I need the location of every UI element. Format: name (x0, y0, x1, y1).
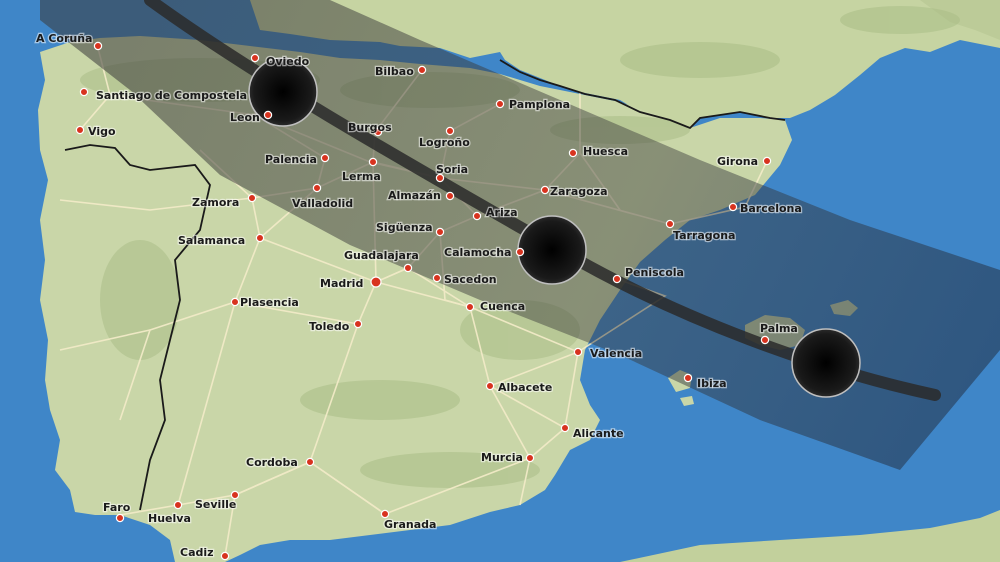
city-label: Sacedon (444, 273, 497, 286)
city-dot[interactable] (515, 247, 525, 257)
city-dot[interactable] (75, 125, 85, 135)
city-dot[interactable] (540, 185, 550, 195)
city-dot[interactable] (472, 211, 482, 221)
city-dot[interactable] (312, 183, 322, 193)
city-dot[interactable] (320, 153, 330, 163)
city-dot[interactable] (93, 41, 103, 51)
city-label: Logroño (419, 136, 470, 149)
city-label: Huelva (148, 512, 191, 525)
city-label: Leon (230, 111, 260, 124)
city-label: Peniscola (625, 266, 684, 279)
city-label: Girona (717, 155, 758, 168)
city-dot[interactable] (612, 274, 622, 284)
city-dot[interactable] (368, 157, 378, 167)
city-label: Plasencia (240, 296, 299, 309)
city-dot[interactable] (255, 233, 265, 243)
city-plasencia[interactable]: Plasencia (230, 295, 300, 310)
city-label: Tarragona (673, 229, 735, 242)
city-dot[interactable] (485, 381, 495, 391)
city-dot[interactable] (417, 65, 427, 75)
city-label: Barcelona (740, 202, 802, 215)
city-label: Bilbao (375, 65, 414, 78)
city-dot[interactable] (435, 227, 445, 237)
city-dot[interactable] (173, 500, 183, 510)
city-label: Soria (436, 163, 468, 176)
city-label: Pamplona (509, 98, 570, 111)
city-dot[interactable] (432, 273, 442, 283)
city-barcelona[interactable]: Barcelona (728, 201, 803, 216)
city-dot[interactable] (568, 148, 578, 158)
city-label: Lerma (342, 170, 381, 183)
city-label: Zamora (192, 196, 239, 209)
city-dot[interactable] (79, 87, 89, 97)
map-viewport[interactable]: A Coruña Santiago de Compostela Vigo Oviedo… (0, 0, 1000, 562)
city-label: Vigo (88, 125, 116, 138)
city-label: Santiago de Compostela (96, 89, 247, 102)
city-dot[interactable] (465, 302, 475, 312)
city-dot[interactable] (445, 191, 455, 201)
city-label: Almazán (388, 189, 441, 202)
city-dot[interactable] (573, 347, 583, 357)
city-dot[interactable] (760, 335, 770, 345)
city-label: Granada (384, 518, 436, 531)
city-label: Ariza (486, 206, 518, 219)
city-dot[interactable] (560, 423, 570, 433)
city-label: Palencia (265, 153, 317, 166)
city-label: Palma (760, 322, 798, 335)
map-canvas[interactable]: A Coruña Santiago de Compostela Vigo Oviedo… (0, 0, 1000, 562)
city-label: Murcia (481, 451, 523, 464)
city-label: Guadalajara (344, 249, 419, 262)
city-label: Huesca (583, 145, 628, 158)
city-label: A Coruña (36, 32, 92, 45)
city-dot[interactable] (380, 509, 390, 519)
city-dot[interactable] (353, 319, 363, 329)
city-dot[interactable] (115, 513, 125, 523)
city-label: Albacete (498, 381, 552, 394)
city-label: Sigüenza (376, 221, 433, 234)
city-label: Valencia (590, 347, 642, 360)
city-dot[interactable] (445, 126, 455, 136)
city-burgos[interactable]: Burgos (347, 120, 393, 137)
city-dot[interactable] (683, 373, 693, 383)
city-label: Toledo (309, 320, 350, 333)
city-label: Seville (195, 498, 236, 511)
city-label: Burgos (348, 121, 392, 134)
city-dot[interactable] (525, 453, 535, 463)
city-dot[interactable] (220, 551, 230, 561)
city-label: Alicante (573, 427, 624, 440)
city-label: Valladolid (292, 197, 353, 210)
city-dot[interactable] (305, 457, 315, 467)
city-label: Ibiza (697, 377, 727, 390)
city-zaragoza[interactable]: Zaragoza (540, 184, 609, 199)
city-dot[interactable] (665, 219, 675, 229)
city-dot[interactable] (728, 202, 738, 212)
city-label: Oviedo (266, 55, 310, 68)
city-dot[interactable] (247, 193, 257, 203)
city-dot[interactable] (495, 99, 505, 109)
city-dot[interactable] (250, 53, 260, 63)
city-label: Cadiz (180, 546, 214, 559)
city-label: Madrid (320, 277, 363, 290)
city-dot[interactable] (230, 297, 240, 307)
city-dot[interactable] (403, 263, 413, 273)
city-santiago[interactable]: Santiago de Compostela (79, 87, 248, 103)
city-dot[interactable] (370, 276, 382, 288)
city-dot[interactable] (762, 156, 772, 166)
city-label: Calamocha (444, 246, 511, 259)
city-label: Zaragoza (550, 185, 608, 198)
city-label: Cordoba (246, 456, 298, 469)
city-label: Salamanca (178, 234, 245, 247)
eclipse-disc-east (791, 328, 861, 398)
city-label: Faro (103, 501, 131, 514)
city-dot[interactable] (263, 110, 273, 120)
city-label: Cuenca (480, 300, 525, 313)
eclipse-disc-center (517, 215, 587, 285)
